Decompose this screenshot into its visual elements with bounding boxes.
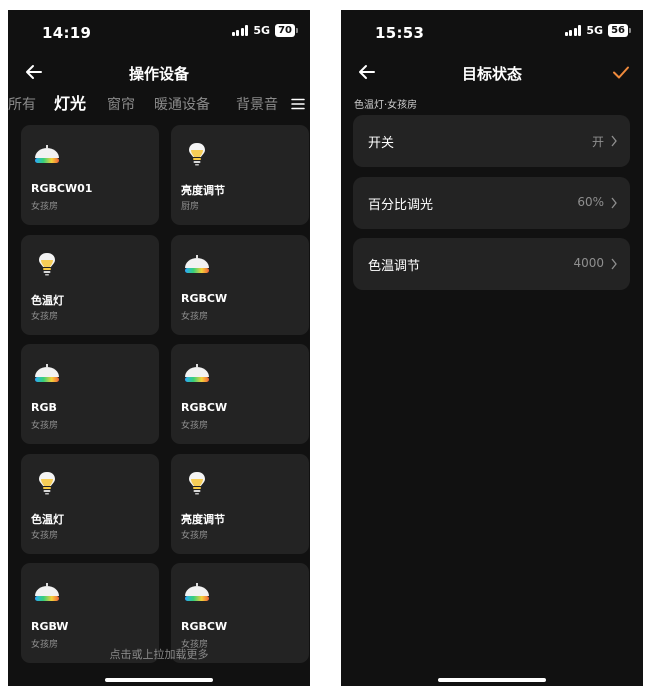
home-indicator — [105, 678, 213, 682]
category-tabs: 所有 灯光 窗帘 暖通设备 背景音 — [8, 94, 310, 122]
page-title: 操作设备 — [128, 65, 189, 83]
device-card[interactable]: 色温灯 女孩房 — [21, 235, 159, 335]
nav-bar: 操作设备 — [8, 54, 310, 90]
device-card[interactable]: 亮度调节 厨房 — [171, 125, 309, 225]
device-name: 亮度调节 — [181, 513, 225, 526]
battery-icon: 70 — [275, 24, 298, 37]
row-value: 4000 — [573, 256, 604, 270]
device-card[interactable]: 色温灯 女孩房 — [21, 454, 159, 554]
device-room: 女孩房 — [31, 421, 59, 431]
nav-bar: 目标状态 — [341, 54, 643, 90]
menu-icon[interactable] — [286, 96, 306, 112]
home-indicator — [438, 678, 546, 682]
device-name: RGBW — [31, 620, 69, 633]
color-temp-row[interactable]: 色温调节 4000 — [353, 238, 630, 290]
device-name: 亮度调节 — [181, 184, 225, 197]
status-bar: 15:53 5G 56 — [341, 10, 643, 54]
status-indicators: 5G 56 — [564, 24, 631, 37]
device-name: RGB — [31, 401, 57, 414]
battery-level: 70 — [275, 24, 295, 37]
row-label: 开关 — [368, 136, 395, 151]
device-card[interactable]: RGBCW 女孩房 — [171, 235, 309, 335]
rgb-lamp-icon — [35, 364, 59, 382]
network-label: 5G — [586, 24, 604, 37]
rgb-lamp-icon — [35, 583, 59, 601]
bulb-icon — [189, 143, 205, 166]
device-name: RGBCW — [181, 620, 228, 633]
page-title: 目标状态 — [461, 65, 522, 83]
dimming-row[interactable]: 百分比调光 60% — [353, 177, 630, 229]
tab-background-music[interactable]: 背景音 — [236, 94, 278, 116]
device-select-screen: 14:19 5G 70 操作设备 所有 灯光 窗帘 暖通设备 背景音 RGBCW… — [8, 10, 310, 686]
chevron-right-icon — [611, 258, 617, 270]
device-name: RGBCW01 — [31, 182, 93, 195]
device-name: 色温灯 — [31, 513, 64, 526]
device-name: RGBCW — [181, 401, 228, 414]
bulb-icon — [39, 253, 55, 276]
load-more-text[interactable]: 点击或上拉加载更多 — [8, 646, 310, 662]
rgb-lamp-icon — [35, 145, 59, 163]
battery-level: 56 — [608, 24, 628, 37]
device-room: 女孩房 — [31, 202, 59, 212]
device-room: 厨房 — [181, 202, 200, 212]
tab-hvac[interactable]: 暖通设备 — [154, 94, 210, 116]
device-card[interactable]: RGBCW01 女孩房 — [21, 125, 159, 225]
chevron-right-icon — [611, 135, 617, 147]
target-state-screen: 15:53 5G 56 目标状态 色温灯·女孩房 开关 开 百分比调光 60% … — [341, 10, 643, 686]
bulb-icon — [39, 472, 55, 495]
rgb-lamp-icon — [185, 364, 209, 382]
switch-row[interactable]: 开关 开 — [353, 115, 630, 167]
row-label: 百分比调光 — [368, 198, 434, 213]
signal-icon — [231, 25, 249, 36]
device-name: RGBCW — [181, 292, 228, 305]
device-card[interactable]: RGB 女孩房 — [21, 344, 159, 444]
row-label: 色温调节 — [368, 259, 421, 274]
status-time: 14:19 — [42, 24, 92, 42]
device-card[interactable]: 亮度调节 女孩房 — [171, 454, 309, 554]
rgb-lamp-icon — [185, 255, 209, 273]
device-subtitle: 色温灯·女孩房 — [354, 100, 418, 111]
row-value: 开 — [591, 135, 604, 149]
device-room: 女孩房 — [31, 312, 59, 322]
device-name: 色温灯 — [31, 294, 64, 307]
device-room: 女孩房 — [31, 531, 59, 541]
tab-all[interactable]: 所有 — [8, 94, 36, 116]
device-room: 女孩房 — [181, 531, 209, 541]
confirm-check-icon[interactable] — [609, 60, 633, 84]
tab-lights[interactable]: 灯光 — [54, 94, 86, 115]
bulb-icon — [189, 472, 205, 495]
row-value: 60% — [577, 195, 604, 209]
signal-icon — [564, 25, 582, 36]
tab-curtains[interactable]: 窗帘 — [107, 94, 135, 116]
chevron-right-icon — [611, 197, 617, 209]
network-label: 5G — [253, 24, 271, 37]
device-room: 女孩房 — [181, 421, 209, 431]
device-room: 女孩房 — [181, 312, 209, 322]
status-indicators: 5G 70 — [231, 24, 298, 37]
battery-icon: 56 — [608, 24, 631, 37]
status-bar: 14:19 5G 70 — [8, 10, 310, 54]
rgb-lamp-icon — [185, 583, 209, 601]
status-time: 15:53 — [375, 24, 425, 42]
device-card[interactable]: RGBCW 女孩房 — [171, 344, 309, 444]
